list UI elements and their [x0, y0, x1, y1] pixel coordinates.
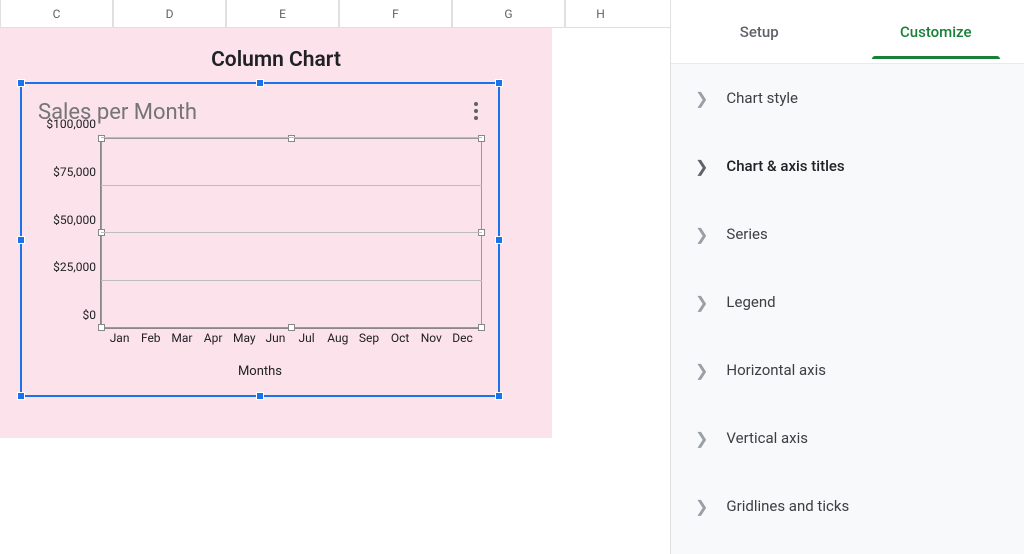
col-header-g[interactable]: G — [452, 0, 565, 27]
resize-handle-br[interactable] — [495, 392, 503, 400]
x-tick-label: Mar — [166, 329, 197, 349]
resize-handle-tr[interactable] — [495, 79, 503, 87]
x-tick-label: Sep — [353, 329, 384, 349]
section-label: Horizontal axis — [726, 361, 826, 379]
x-tick-label: Jun — [260, 329, 291, 349]
section-horizontal-axis[interactable]: ❯ Horizontal axis — [671, 336, 1024, 404]
x-tick-label: Oct — [385, 329, 416, 349]
y-tick-label: $25,000 — [53, 260, 96, 274]
sidebar-tabs: Setup Customize — [671, 0, 1024, 64]
col-header-f[interactable]: F — [339, 0, 452, 27]
gridline — [101, 280, 482, 281]
x-tick-label: Jul — [291, 329, 322, 349]
y-tick-label: $50,000 — [53, 213, 96, 227]
chart-canvas[interactable]: Sales per Month $100,000 $75,000 $50,000 $2… — [28, 90, 492, 389]
col-header-e[interactable]: E — [226, 0, 339, 27]
resize-handle-bl[interactable] — [17, 392, 25, 400]
x-tick-label: Aug — [322, 329, 353, 349]
tab-setup[interactable]: Setup — [671, 0, 848, 63]
x-tick-label: Feb — [135, 329, 166, 349]
plot-area[interactable] — [100, 138, 482, 329]
chevron-right-icon: ❯ — [695, 293, 708, 312]
resize-handle-mr[interactable] — [495, 236, 503, 244]
x-tick-label: Apr — [198, 329, 229, 349]
customize-sections: ❯Chart style❯Chart & axis titles❯Series❯… — [671, 64, 1024, 554]
chart-object[interactable]: Sales per Month $100,000 $75,000 $50,000 $2… — [20, 82, 500, 397]
x-axis-title[interactable]: Months — [28, 364, 492, 379]
x-tick-label: Jan — [104, 329, 135, 349]
section-legend[interactable]: ❯ Legend — [671, 268, 1024, 336]
gridline — [101, 137, 482, 138]
col-header-h[interactable]: H — [565, 0, 635, 27]
chevron-right-icon: ❯ — [695, 89, 708, 108]
spreadsheet-area: C D E F G H Column Chart Sales per Month… — [0, 0, 670, 554]
x-tick-label: May — [229, 329, 260, 349]
gridline — [101, 232, 482, 233]
x-axis: JanFebMarAprMayJunJulAugSepOctNovDec — [100, 329, 482, 349]
chart-menu-button[interactable] — [470, 98, 482, 124]
chevron-right-icon: ❯ — [695, 157, 708, 176]
section-label: Chart & axis titles — [726, 157, 844, 175]
col-header-c[interactable]: C — [0, 0, 113, 27]
chart-title[interactable]: Sales per Month — [28, 90, 492, 125]
section-series[interactable]: ❯ Series — [671, 200, 1024, 268]
section-chart-axis-titles[interactable]: ❯ Chart & axis titles — [671, 132, 1024, 200]
chart-editor-sidebar: Setup Customize ❯ Chart style ❯ Chart & axi… — [670, 0, 1024, 554]
resize-handle-tm[interactable] — [256, 79, 264, 87]
chevron-right-icon: ❯ — [695, 361, 708, 380]
section-label: Chart style — [726, 89, 798, 107]
section-vertical-axis[interactable]: ❯ Vertical axis — [671, 404, 1024, 472]
resize-handle-ml[interactable] — [17, 236, 25, 244]
chevron-right-icon: ❯ — [695, 429, 708, 448]
region-title: Column Chart — [0, 28, 552, 72]
y-axis: $100,000$75,000$50,000$25,000$0 — [38, 138, 100, 329]
section-chart-style[interactable]: ❯ Chart style — [671, 64, 1024, 132]
chevron-right-icon: ❯ — [695, 225, 708, 244]
column-headers: C D E F G H — [0, 0, 670, 28]
col-header-d[interactable]: D — [113, 0, 226, 27]
chevron-right-icon: ❯ — [695, 497, 708, 516]
section-label: Series — [726, 225, 767, 243]
resize-handle-bm[interactable] — [256, 392, 264, 400]
section-label: Gridlines and ticks — [726, 497, 849, 515]
gridline — [101, 185, 482, 186]
section-gridlines-ticks[interactable]: ❯ Gridlines and ticks — [671, 472, 1024, 540]
tab-customize[interactable]: Customize — [848, 0, 1024, 63]
x-tick-label: Nov — [416, 329, 447, 349]
x-tick-label: Dec — [447, 329, 478, 349]
section-label: Vertical axis — [726, 429, 808, 447]
y-tick-label: $0 — [83, 308, 97, 322]
resize-handle-tl[interactable] — [17, 79, 25, 87]
more-vert-icon — [474, 102, 478, 106]
y-tick-label: $100,000 — [46, 117, 96, 131]
y-tick-label: $75,000 — [53, 165, 96, 179]
section-label: Legend — [726, 293, 775, 311]
plot-wrap: $100,000$75,000$50,000$25,000$0 JanFe — [38, 138, 482, 349]
